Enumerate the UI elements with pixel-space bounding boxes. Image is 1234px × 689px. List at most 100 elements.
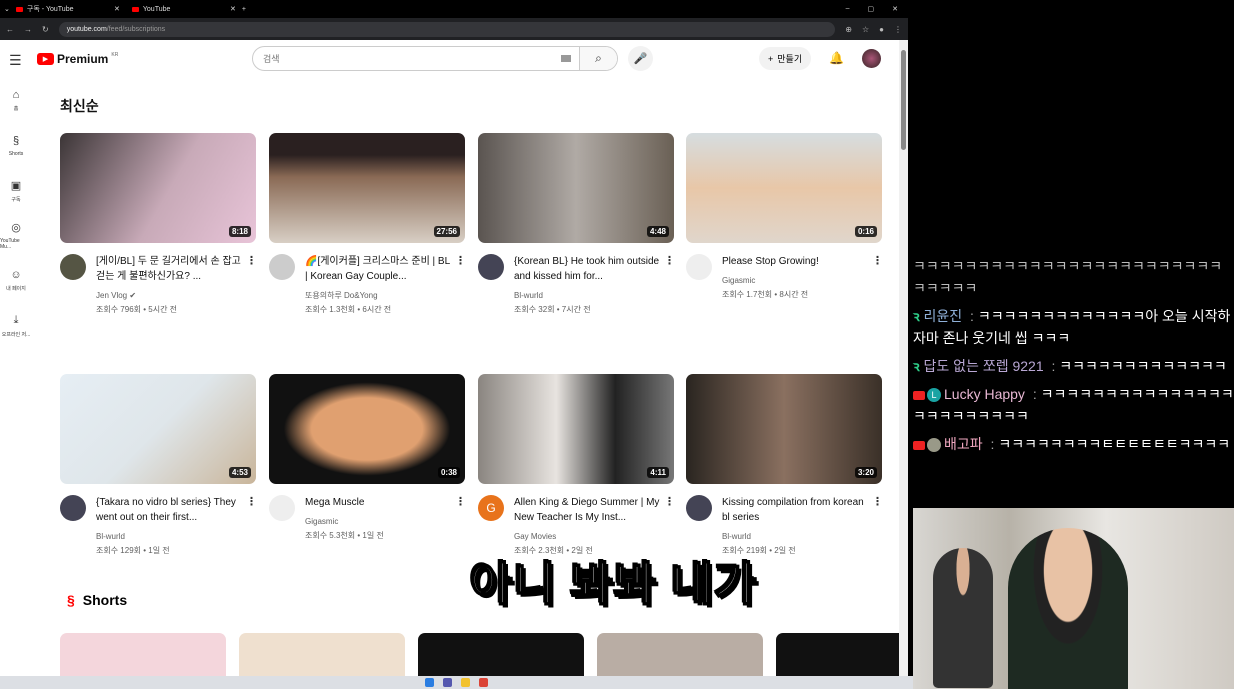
video-card[interactable]: 27:56 🌈[게이커플] 크리스마스 준비 | BL | Korean Gay… [269, 133, 466, 317]
maximize-button[interactable]: ▢ [868, 5, 875, 13]
bookmark-star-icon[interactable]: ☆ [862, 25, 869, 34]
video-card[interactable]: 3:20 Kissing compilation from korean bl … [686, 374, 883, 558]
create-button[interactable]: + 만들기 [759, 47, 812, 70]
video-title[interactable]: Kissing compilation from korean bl serie… [722, 495, 872, 525]
channel-name[interactable]: Gigasmic [305, 517, 338, 526]
sidebar-item[interactable]: ☺ 내 페이지 [0, 258, 32, 303]
close-window-button[interactable]: ✕ [892, 5, 898, 13]
video-card[interactable]: 4:48 {Korean BL} He took him outside and… [478, 133, 675, 317]
chat-message: 배고파 : ㅋㅋㅋㅋㅋㅋㅋㅋㅌㅌㅌㅌㅌㅌㅋㅋㅋㅋ [913, 433, 1234, 455]
tab-subscriptions[interactable]: 구독 - YouTube ✕ [15, 4, 126, 14]
chat-text: ㅋㅋㅋㅋㅋㅋㅋㅋㅌㅌㅌㅌㅌㅌㅋㅋㅋㅋ [998, 436, 1231, 452]
more-options-icon[interactable]: ⋮ [872, 254, 883, 302]
scrollbar[interactable] [899, 40, 908, 676]
channel-name[interactable]: Gigasmic [722, 276, 755, 285]
hamburger-menu-icon[interactable]: ☰ [9, 52, 22, 69]
channel-name[interactable]: Bl-wurld [514, 291, 543, 300]
channel-name[interactable]: Gay Movies [514, 532, 556, 541]
tab-search-icon[interactable]: ⌄ [4, 5, 10, 13]
youtube-premium-logo[interactable]: ▶ Premium KR [37, 52, 118, 66]
video-card[interactable]: 4:53 {Takara no vidro bl series} They we… [60, 374, 257, 558]
search-button[interactable]: ⌕ [579, 47, 617, 70]
video-thumbnail[interactable]: 4:48 [478, 133, 674, 243]
keyboard-icon[interactable] [561, 55, 571, 62]
sidebar-item[interactable]: ◎ YouTube Mu... [0, 213, 32, 258]
duration-badge: 4:48 [646, 226, 669, 237]
channel-avatar[interactable] [686, 254, 712, 280]
more-options-icon[interactable]: ⋮ [246, 495, 257, 558]
sidebar-item[interactable]: ▣ 구독 [0, 168, 32, 213]
region-label: KR [111, 52, 119, 58]
close-tab-icon[interactable]: ✕ [230, 5, 236, 13]
short-thumbnail[interactable] [597, 633, 763, 676]
chat-message: ㅋㅋㅋㅋㅋㅋㅋㅋㅋㅋㅋㅋㅋㅋㅋㅋㅋㅋㅋㅋㅋㅋㅋㅋㅋㅋㅋㅋㅋ [913, 255, 1234, 299]
channel-name[interactable]: Bl-wurld [96, 532, 125, 541]
video-title[interactable]: Mega Muscle [305, 495, 455, 510]
video-title[interactable]: Please Stop Growing! [722, 254, 872, 269]
more-options-icon[interactable]: ⋮ [872, 495, 883, 558]
browser-menu-icon[interactable]: ⋮ [894, 25, 902, 34]
profile-icon[interactable]: ● [879, 25, 884, 34]
video-thumbnail[interactable]: 8:18 [60, 133, 256, 243]
notifications-bell-icon[interactable]: 🔔 [829, 51, 844, 65]
video-thumbnail[interactable]: 0:38 [269, 374, 465, 484]
close-tab-icon[interactable]: ✕ [114, 5, 120, 13]
video-thumbnail[interactable]: 4:11 [478, 374, 674, 484]
account-avatar[interactable] [862, 49, 881, 68]
video-title[interactable]: 🌈[게이커플] 크리스마스 준비 | BL | Korean Gay Coupl… [305, 254, 455, 284]
video-card[interactable]: 4:11 G Allen King & Diego Summer | My Ne… [478, 374, 675, 558]
search-input[interactable] [253, 53, 561, 64]
video-title[interactable]: {Takara no vidro bl series} They went ou… [96, 495, 246, 525]
more-options-icon[interactable]: ⋮ [664, 254, 675, 317]
forward-icon[interactable]: → [24, 25, 32, 34]
channel-avatar[interactable] [269, 495, 295, 521]
logo-text: Premium [57, 52, 109, 66]
more-options-icon[interactable]: ⋮ [455, 495, 466, 543]
sidebar-item[interactable]: ⌂ 홈 [0, 78, 32, 123]
video-card[interactable]: 8:18 [게이/BL] 두 문 길거리에서 손 잡고 걷는 게 불편하신가요?… [60, 133, 257, 317]
video-title[interactable]: [게이/BL] 두 문 길거리에서 손 잡고 걷는 게 불편하신가요? ... [96, 254, 246, 284]
channel-name[interactable]: 또용의하루 Do&Yong [305, 291, 378, 300]
video-card[interactable]: 0:16 Please Stop Growing! Gigasmic 조회수 1.… [686, 133, 883, 302]
back-icon[interactable]: ← [6, 25, 14, 34]
channel-avatar[interactable]: G [478, 495, 504, 521]
file-explorer-icon[interactable] [461, 678, 470, 687]
chat-username: 배고파 [944, 436, 983, 452]
video-title[interactable]: {Korean BL} He took him outside and kiss… [514, 254, 664, 284]
url-field[interactable]: youtube.com/feed/subscriptions [58, 21, 836, 37]
chrome-icon[interactable] [479, 678, 488, 687]
sidebar-item[interactable]: § Shorts [0, 123, 32, 168]
channel-avatar[interactable] [686, 495, 712, 521]
more-options-icon[interactable]: ⋮ [455, 254, 466, 317]
video-title[interactable]: Allen King & Diego Summer | My New Teach… [514, 495, 664, 525]
scrollbar-thumb[interactable] [901, 50, 906, 150]
sidebar: ⌂ 홈 § Shorts ▣ 구독 ◎ YouTube Mu... ☺ 내 페이지 ⤓ 오프라인 저.… [0, 78, 32, 348]
shorts-icon: § [12, 134, 20, 147]
channel-avatar[interactable] [478, 254, 504, 280]
voice-search-button[interactable]: 🎤 [628, 46, 653, 71]
channel-avatar[interactable] [60, 254, 86, 280]
video-card[interactable]: 0:38 Mega Muscle Gigasmic 조회수 5.3천회 • 1일 … [269, 374, 466, 543]
new-tab-button[interactable]: + [242, 6, 246, 13]
windows-start-icon[interactable] [425, 678, 434, 687]
sidebar-item[interactable]: ⤓ 오프라인 저... [0, 303, 32, 348]
short-thumbnail[interactable] [418, 633, 584, 676]
channel-name[interactable]: Bl-wurld [722, 532, 751, 541]
tab-youtube[interactable]: YouTube ✕ [131, 5, 242, 13]
short-thumbnail[interactable] [60, 633, 226, 676]
short-thumbnail[interactable] [239, 633, 405, 676]
channel-avatar[interactable] [269, 254, 295, 280]
minimize-button[interactable]: – [846, 5, 850, 13]
video-thumbnail[interactable]: 0:16 [686, 133, 882, 243]
video-thumbnail[interactable]: 27:56 [269, 133, 465, 243]
short-thumbnail[interactable] [776, 633, 908, 676]
teams-icon[interactable] [443, 678, 452, 687]
tab-label: 구독 - YouTube [26, 6, 74, 13]
reload-icon[interactable]: ↻ [42, 25, 49, 34]
zoom-icon[interactable]: ⊕ [845, 25, 852, 34]
video-thumbnail[interactable]: 3:20 [686, 374, 882, 484]
more-options-icon[interactable]: ⋮ [246, 254, 257, 317]
video-thumbnail[interactable]: 4:53 [60, 374, 256, 484]
channel-avatar[interactable] [60, 495, 86, 521]
channel-name[interactable]: Jen Vlog [96, 291, 127, 300]
